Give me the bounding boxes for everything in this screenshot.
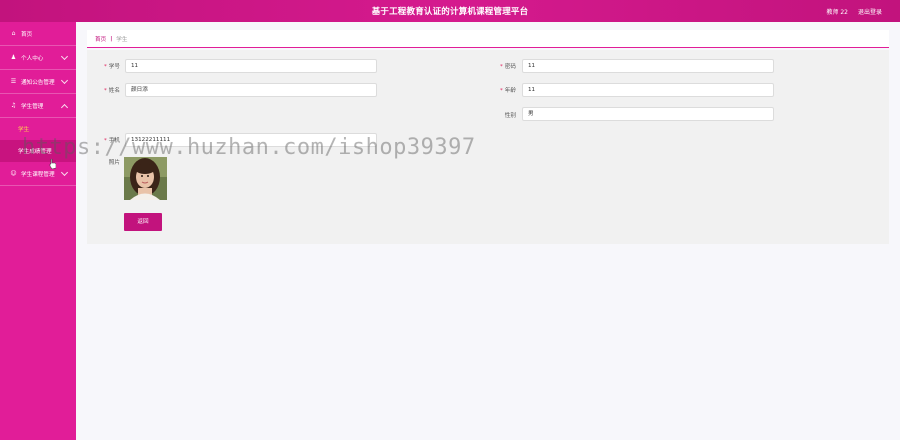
- chevron-up-icon: [60, 103, 69, 112]
- age-label: * 年龄: [500, 88, 516, 94]
- top-header: 基于工程教育认证的计算机课程管理平台 教师 22 退出登录: [0, 0, 900, 22]
- gender-label: 性别: [504, 113, 516, 119]
- sidebar-item-label: 学生课程管理: [21, 171, 55, 178]
- breadcrumb-home[interactable]: 首页: [95, 35, 106, 43]
- back-button[interactable]: 返回: [124, 213, 162, 231]
- sidebar-item-label: 通知公告管理: [21, 79, 55, 86]
- sidebar-item-home[interactable]: ⌂ 首页: [0, 22, 76, 46]
- sidebar-item-personal-center[interactable]: ♟ 个人中心: [0, 46, 76, 70]
- student-id-field[interactable]: 11: [125, 59, 377, 73]
- current-user: 教师 22: [826, 9, 848, 16]
- watermark-text: https://www.huzhan.com/ishop39397: [22, 135, 476, 160]
- password-label: * 密码: [500, 64, 516, 70]
- user-group-icon: ☺: [10, 170, 17, 177]
- chevron-down-icon: [60, 52, 69, 61]
- sidebar-item-course-management[interactable]: ☺ 学生课程管理: [0, 162, 76, 186]
- sidebar-item-notice-management[interactable]: ☰ 通知公告管理: [0, 70, 76, 94]
- breadcrumb: 首页 | 学生: [87, 30, 889, 48]
- name-label: * 姓名: [104, 88, 120, 94]
- student-photo: [124, 157, 167, 200]
- password-field[interactable]: 11: [522, 59, 774, 73]
- chevron-down-icon: [60, 76, 69, 85]
- breadcrumb-current: 学生: [116, 36, 128, 43]
- hand-cursor-icon: [49, 159, 56, 169]
- app-title: 基于工程教育认证的计算机课程管理平台: [371, 7, 529, 17]
- age-field[interactable]: 11: [522, 83, 774, 97]
- mic-icon: ♫: [10, 102, 17, 109]
- home-icon: ⌂: [11, 30, 16, 37]
- logout-link[interactable]: 退出登录: [858, 7, 882, 16]
- person-icon: ♟: [10, 54, 17, 61]
- list-icon: ☰: [10, 78, 17, 85]
- breadcrumb-separator: |: [110, 35, 113, 42]
- sidebar-item-label: 学生管理: [21, 103, 44, 110]
- gender-field[interactable]: 男: [522, 107, 774, 121]
- name-field[interactable]: 颜日添: [125, 83, 377, 97]
- sidebar: ⌂ 首页 ♟ 个人中心 ☰ 通知公告管理 ♫ 学生管理 学生 学生成绩管理 ☺ …: [0, 22, 76, 440]
- student-id-label: * 学号: [104, 64, 120, 70]
- sidebar-item-student-management[interactable]: ♫ 学生管理: [0, 94, 76, 118]
- sidebar-item-label: 个人中心: [21, 55, 44, 62]
- sidebar-item-label: 首页: [21, 31, 33, 38]
- chevron-down-icon: [60, 168, 69, 177]
